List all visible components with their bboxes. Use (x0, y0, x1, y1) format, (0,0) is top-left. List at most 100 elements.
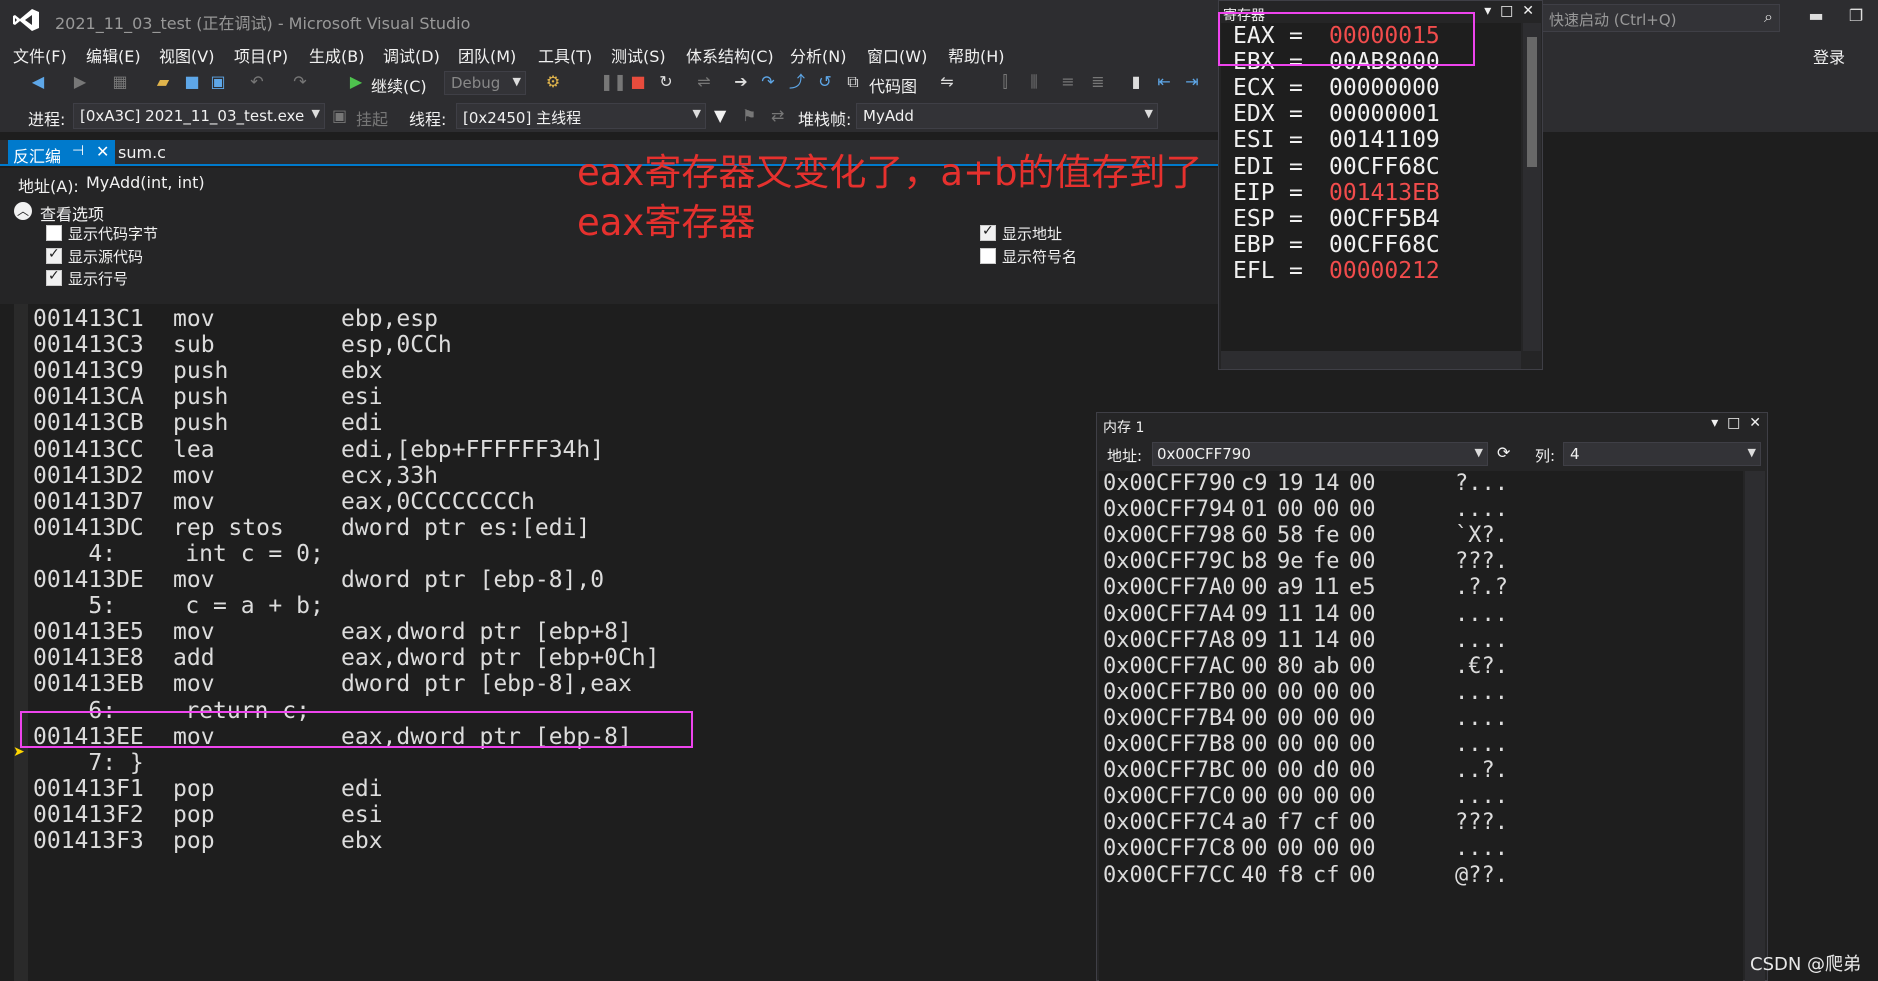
maximize-icon[interactable]: □ (1500, 3, 1513, 19)
navigate-forward-icon[interactable]: ▶ (70, 72, 90, 92)
filter-icon[interactable]: ▼ (714, 106, 726, 125)
menu-team[interactable]: 团队(M) (458, 43, 516, 67)
login-link[interactable]: 登录 (1813, 44, 1845, 68)
flag-thread-icon[interactable]: ⚑ (742, 106, 756, 125)
register-value[interactable]: 00CFF68C (1329, 154, 1440, 180)
redo-icon[interactable]: ↷ (290, 72, 310, 92)
registers-scrollbar[interactable] (1523, 23, 1541, 351)
memory-byte[interactable]: ab (1313, 654, 1340, 679)
memory-byte[interactable]: b8 (1241, 549, 1268, 574)
tab-disassembly[interactable]: 反汇编 ⊣ ✕ (8, 140, 115, 166)
memory-byte[interactable]: 00 (1241, 706, 1268, 731)
memory-byte[interactable]: 00 (1241, 575, 1268, 600)
menu-view[interactable]: 视图(V) (159, 43, 214, 67)
memory-byte[interactable]: 09 (1241, 628, 1268, 653)
save-icon[interactable]: ■ (182, 72, 202, 92)
menu-analyze[interactable]: 分析(N) (790, 43, 846, 67)
restore-button[interactable]: ❐ (1838, 6, 1874, 25)
tab-sum-c[interactable]: sum.c (118, 143, 166, 162)
process-select[interactable]: [0xA3C] 2021_11_03_test.exe ▼ (73, 103, 325, 129)
memory-byte[interactable]: 60 (1241, 523, 1268, 548)
memory-byte[interactable]: 00 (1313, 706, 1340, 731)
menu-file[interactable]: 文件(F) (13, 43, 67, 67)
disassembly-view[interactable]: 001413C1 mov ebp,esp 001413C3 sub esp,0CCh 001… (0, 304, 1100, 981)
memory-scrollbar[interactable] (1745, 471, 1765, 981)
show-next-statement-icon[interactable]: ⇌ (694, 72, 714, 92)
refresh-icon[interactable]: ⟳ (1497, 443, 1510, 462)
memory-byte[interactable]: 14 (1313, 471, 1340, 496)
memory-byte[interactable]: fe (1313, 549, 1340, 574)
memory-byte[interactable]: 00 (1313, 732, 1340, 757)
register-value[interactable]: 001413EB (1329, 180, 1440, 206)
memory-byte[interactable]: 00 (1349, 706, 1376, 731)
register-value[interactable]: 00CFF68C (1329, 232, 1440, 258)
memory-byte[interactable]: 00 (1241, 836, 1268, 861)
register-value[interactable]: 00000001 (1329, 101, 1440, 127)
memory-byte[interactable]: cf (1313, 810, 1340, 835)
register-value[interactable]: 00141109 (1329, 127, 1440, 153)
memory-byte[interactable]: 14 (1313, 628, 1340, 653)
memory-byte[interactable]: 00 (1241, 784, 1268, 809)
new-project-icon[interactable]: ▦ (110, 72, 130, 92)
memory-byte[interactable]: 00 (1349, 549, 1376, 574)
code-map-button[interactable]: 代码图 (869, 73, 917, 97)
memory-byte[interactable]: a0 (1241, 810, 1268, 835)
show-code-bytes-checkbox[interactable] (46, 225, 62, 241)
memory-byte[interactable]: 00 (1241, 758, 1268, 783)
memory-byte[interactable]: 00 (1349, 471, 1376, 496)
memory-byte[interactable]: 11 (1277, 602, 1304, 627)
show-symbol-names-checkbox[interactable] (980, 248, 996, 264)
memory-byte[interactable]: 01 (1241, 497, 1268, 522)
memory-byte[interactable]: 00 (1349, 836, 1376, 861)
process-icon[interactable]: ⚙ (543, 72, 563, 92)
close-icon[interactable]: ✕ (1522, 3, 1534, 19)
memory-byte[interactable]: 00 (1349, 784, 1376, 809)
memory-byte[interactable]: a9 (1277, 575, 1304, 600)
maximize-icon[interactable]: □ (1727, 415, 1740, 431)
solution-config-select[interactable]: Debug ▼ (444, 71, 526, 95)
memory-byte[interactable]: 00 (1241, 680, 1268, 705)
bookmark-icon[interactable]: ▮ (1126, 72, 1146, 92)
memory-byte[interactable]: 00 (1349, 810, 1376, 835)
close-icon[interactable]: ✕ (1749, 415, 1761, 431)
memory-byte[interactable]: 00 (1277, 680, 1304, 705)
undo-icon[interactable]: ↶ (247, 72, 267, 92)
save-all-icon[interactable]: ▣ (208, 72, 228, 92)
breakpoint-gutter[interactable] (14, 304, 28, 981)
step-out-icon[interactable]: ⤴ (787, 72, 807, 92)
register-value[interactable]: 00000000 (1329, 75, 1440, 101)
memory-columns-select[interactable]: 4 ▼ (1563, 442, 1761, 466)
memory-grid[interactable]: 0x00CFF790 c9 19 14 00?... 0x00CFF794 01 00 00 00… (1099, 471, 1743, 981)
dropdown-icon[interactable]: ▾ (1711, 415, 1718, 431)
memory-byte[interactable]: 00 (1313, 784, 1340, 809)
show-line-numbers-checkbox[interactable] (46, 268, 62, 286)
registers-horizontal-scrollbar[interactable] (1221, 351, 1521, 369)
prev-bookmark-icon[interactable]: ⇤ (1154, 72, 1174, 92)
memory-byte[interactable]: 00 (1277, 706, 1304, 731)
show-source-checkbox[interactable] (46, 246, 62, 264)
memory-byte[interactable]: 9e (1277, 549, 1304, 574)
outdent-icon[interactable]: ≡ (1058, 72, 1078, 92)
scroll-thumb[interactable] (1527, 37, 1537, 167)
memory-byte[interactable]: 00 (1277, 497, 1304, 522)
memory-byte[interactable]: 00 (1349, 628, 1376, 653)
open-file-icon[interactable]: ▰ (153, 72, 173, 92)
memory-byte[interactable]: 00 (1349, 863, 1376, 888)
memory-byte[interactable]: 00 (1277, 732, 1304, 757)
menu-window[interactable]: 窗口(W) (867, 43, 927, 67)
address-input[interactable]: MyAdd(int, int) (86, 173, 205, 192)
menu-test[interactable]: 测试(S) (611, 43, 666, 67)
menu-help[interactable]: 帮助(H) (948, 43, 1005, 67)
indent-icon[interactable]: ≣ (1088, 72, 1108, 92)
break-all-icon[interactable]: ❚❚ (600, 72, 627, 92)
continue-button[interactable]: 继续(C) (371, 73, 427, 97)
memory-byte[interactable]: 00 (1241, 654, 1268, 679)
collapse-options-icon[interactable]: ︿ (14, 202, 32, 220)
memory-byte[interactable]: 00 (1313, 836, 1340, 861)
memory-byte[interactable]: 00 (1349, 680, 1376, 705)
close-icon[interactable]: ✕ (96, 142, 109, 161)
memory-byte[interactable]: 00 (1313, 497, 1340, 522)
memory-byte[interactable]: cf (1313, 863, 1340, 888)
quick-launch-input[interactable]: 快速启动 (Ctrl+Q) ⌕ (1540, 4, 1780, 32)
hex-display-icon[interactable]: ⇋ (937, 72, 957, 92)
